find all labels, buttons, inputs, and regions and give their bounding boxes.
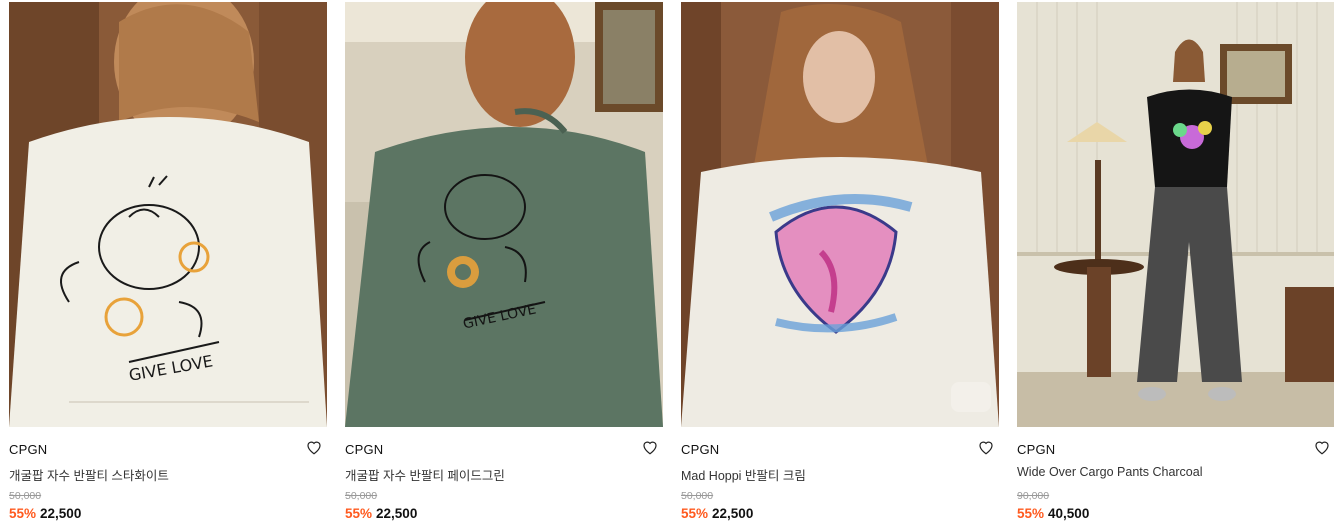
product-photo-mad-hoppi-tee [681,2,999,427]
wishlist-heart-icon[interactable] [1313,438,1333,458]
product-brand[interactable]: CPGN [9,442,47,457]
product-image[interactable] [681,2,999,427]
product-photo-cargo-pants [1017,2,1334,427]
sale-price: 22,500 [40,506,82,521]
discount-rate: 55% [1017,506,1045,521]
sale-price: 22,500 [376,506,418,521]
product-image[interactable] [1017,2,1334,427]
product-brand[interactable]: CPGN [1017,442,1055,457]
price-row: 55% 40,500 [1017,506,1089,521]
original-price: 50,000 [681,490,714,502]
price-row: 55% 22,500 [9,506,81,521]
product-card[interactable]: GIVE LOVE CPGN 개굴팝 자수 반팔티 스타화이트 50,000 5… [9,0,327,527]
product-image[interactable]: GIVE LOVE [345,2,663,427]
discount-rate: 55% [681,506,709,521]
price-row: 55% 22,500 [681,506,753,521]
product-name[interactable]: 개굴팝 자수 반팔티 스타화이트 [9,465,169,484]
product-brand[interactable]: CPGN [681,442,719,457]
wishlist-heart-icon[interactable] [977,438,997,458]
original-price: 50,000 [345,490,378,502]
price-row: 55% 22,500 [345,506,417,521]
product-photo-green-frog-tee: GIVE LOVE [345,2,663,427]
product-card[interactable]: CPGN Mad Hoppi 반팔티 크림 50,000 55% 22,500 [681,0,999,527]
product-card[interactable]: GIVE LOVE CPGN 개굴팝 자수 반팔티 페이드그린 50,000 5… [345,0,663,527]
product-name[interactable]: Mad Hoppi 반팔티 크림 [681,465,806,484]
original-price: 50,000 [9,490,42,502]
wishlist-heart-icon[interactable] [641,438,661,458]
discount-rate: 55% [9,506,37,521]
discount-rate: 55% [345,506,373,521]
product-grid: GIVE LOVE CPGN 개굴팝 자수 반팔티 스타화이트 50,000 5… [0,0,1334,527]
original-price: 90,000 [1017,490,1050,502]
product-image[interactable]: GIVE LOVE [9,2,327,427]
product-brand[interactable]: CPGN [345,442,383,457]
wishlist-heart-icon[interactable] [305,438,325,458]
product-name[interactable]: Wide Over Cargo Pants Charcoal [1017,465,1203,479]
sale-price: 22,500 [712,506,754,521]
product-name[interactable]: 개굴팝 자수 반팔티 페이드그린 [345,465,505,484]
sale-price: 40,500 [1048,506,1090,521]
product-photo-white-frog-tee: GIVE LOVE [9,2,327,427]
product-card[interactable]: CPGN Wide Over Cargo Pants Charcoal 90,0… [1017,0,1334,527]
